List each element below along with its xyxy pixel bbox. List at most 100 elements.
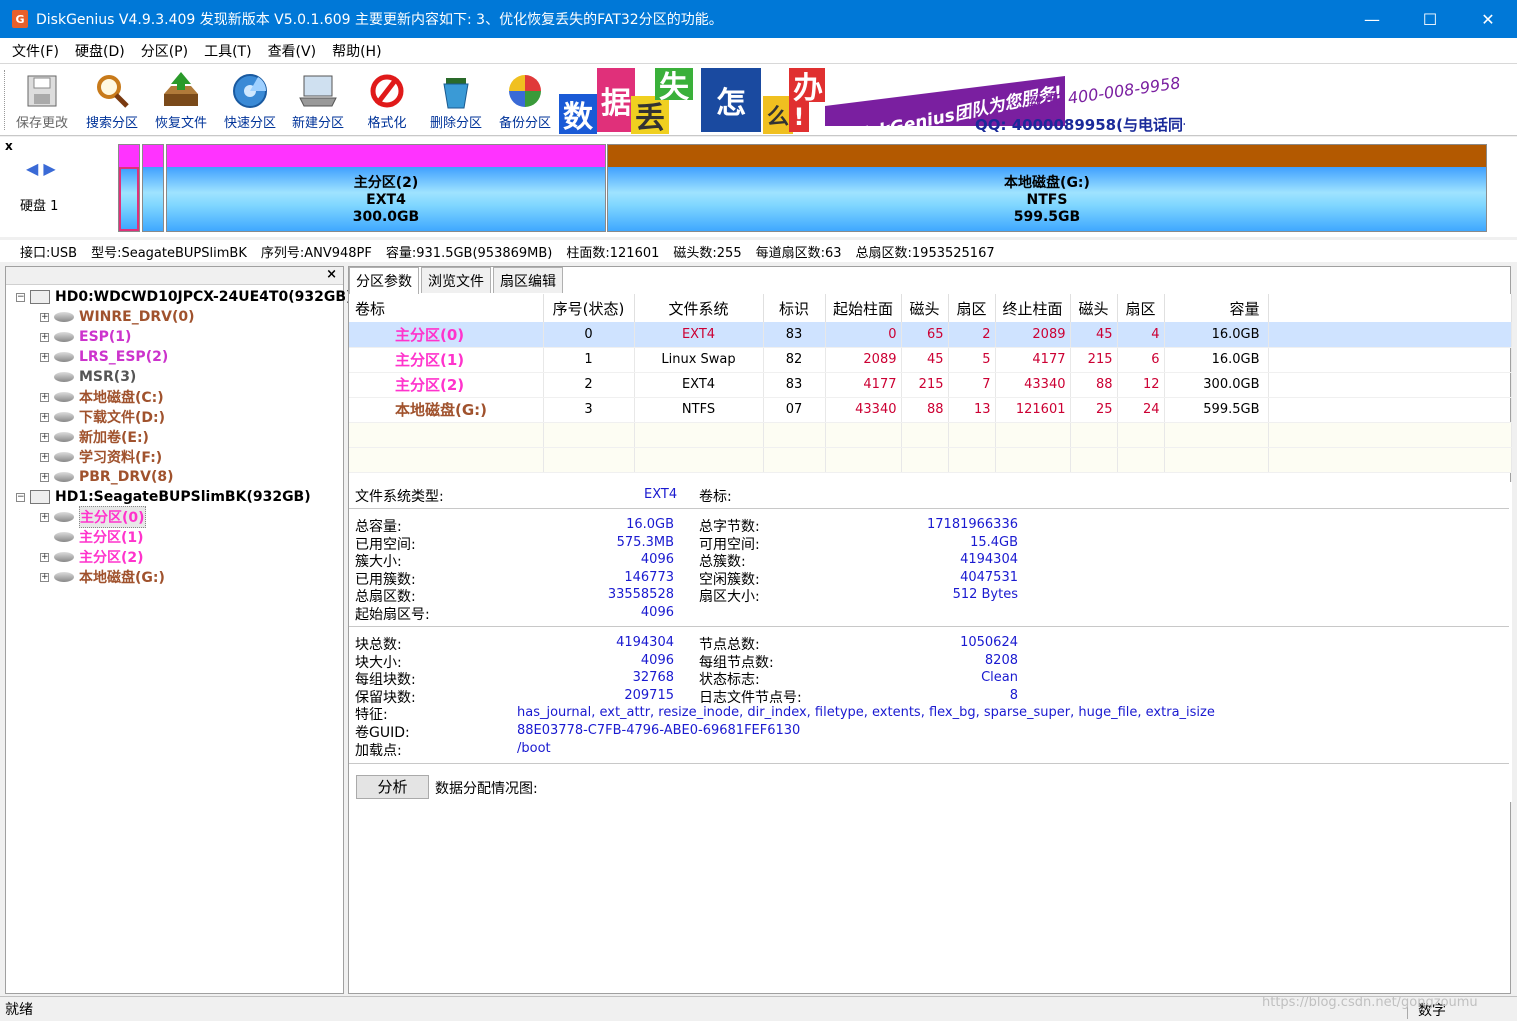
partition-icon — [54, 332, 74, 342]
col-header[interactable]: 磁头 — [901, 294, 949, 322]
menu-view[interactable]: 查看(V) — [260, 41, 325, 61]
col-header[interactable]: 扇区 — [1117, 294, 1165, 322]
disk-label: 硬盘 1 — [20, 199, 59, 214]
partition-block-3[interactable]: 本地磁盘(G:) NTFS 599.5GB — [607, 144, 1487, 232]
partition-block-2[interactable]: 主分区(2) EXT4 300.0GB — [166, 144, 606, 232]
analyze-button[interactable]: 分析 — [356, 775, 429, 799]
partition-icon — [54, 392, 74, 402]
tree-partition-item[interactable]: MSR(3) — [40, 367, 136, 387]
info-value: 575.3MB — [616, 534, 674, 550]
next-disk-icon[interactable]: ▶ — [43, 159, 55, 178]
menu-tools[interactable]: 工具(T) — [196, 41, 259, 61]
disk-info-bar: 接口:USB 型号:SeagateBUPSlimBK 序列号:ANV948PF … — [0, 240, 1517, 262]
info-label: 扇区大小: — [699, 589, 760, 605]
col-header[interactable]: 起始柱面 — [825, 294, 902, 322]
info-label: 卷标: — [699, 489, 732, 505]
tree-disk-item[interactable]: − HD0:WDCWD10JPCX-24UE4T0(932GB) — [16, 287, 352, 307]
format-button[interactable]: 格式化 — [355, 68, 419, 132]
close-panel-icon[interactable]: × — [326, 267, 337, 282]
restore-files-button[interactable]: 恢复文件 — [149, 68, 213, 132]
col-header[interactable]: 序号(状态) — [543, 294, 635, 322]
table-row[interactable]: 主分区(0) 0 EXT4 83 0 65 2 2089 45 4 16.0GB — [349, 322, 1512, 348]
col-header[interactable]: 容量 — [1164, 294, 1269, 322]
close-icon[interactable]: x — [5, 139, 13, 153]
new-partition-button[interactable]: 新建分区 — [286, 68, 350, 132]
expand-toggle-icon[interactable]: + — [40, 452, 49, 462]
tree-partition-item[interactable]: + 主分区(2) — [40, 547, 144, 567]
tree-partition-item[interactable]: + 主分区(0) — [40, 506, 146, 528]
table-cell: 83 — [763, 372, 826, 398]
expand-toggle-icon[interactable]: + — [40, 332, 49, 342]
search-icon — [92, 72, 132, 110]
new-partition-icon — [298, 72, 338, 110]
expand-toggle-icon[interactable]: + — [40, 572, 49, 582]
tree-disk-item[interactable]: − HD1:SeagateBUPSlimBK(932GB) — [16, 487, 311, 507]
tree-partition-item[interactable]: + ESP(1) — [40, 327, 131, 347]
quick-partition-button[interactable]: 快速分区 — [218, 68, 282, 132]
table-cell: 215 — [901, 372, 949, 398]
backup-partition-button[interactable]: 备份分区 — [493, 68, 557, 132]
disk-nav-arrows[interactable]: ◀ ▶ — [26, 159, 56, 178]
tab-sector-edit[interactable]: 扇区编辑 — [493, 267, 563, 293]
expand-toggle-icon[interactable]: + — [40, 412, 49, 422]
table-row[interactable]: 主分区(1) 1 Linux Swap 82 2089 45 5 4177 215 6 16.0GB — [349, 347, 1512, 373]
partition-block-1[interactable] — [142, 144, 164, 232]
ad-phone-text: 致电: 400-008-9958 — [1024, 73, 1182, 114]
tab-browse-files[interactable]: 浏览文件 — [421, 267, 491, 293]
col-header[interactable]: 扇区 — [948, 294, 996, 322]
expand-toggle-icon[interactable]: + — [40, 512, 49, 522]
menu-file[interactable]: 文件(F) — [4, 41, 67, 61]
table-cell: 2 — [543, 372, 635, 398]
table-cell: 82 — [763, 347, 826, 373]
col-header[interactable]: 终止柱面 — [995, 294, 1071, 322]
ad-banner[interactable]: 数 据 丢 失 怎 么 办 ! DiskGenius团队为您服务! 致电: 40… — [557, 66, 1185, 134]
menu-help[interactable]: 帮助(H) — [324, 41, 389, 61]
expand-toggle-icon[interactable]: − — [16, 492, 25, 502]
tree-partition-item[interactable]: + WINRE_DRV(0) — [40, 307, 195, 327]
toolbar-grip[interactable] — [4, 70, 7, 130]
info-value: 16.0GB — [626, 517, 674, 532]
tree-partition-item[interactable]: + 新加卷(E:) — [40, 427, 149, 447]
expand-toggle-icon[interactable]: + — [40, 392, 49, 402]
tab-partition-params[interactable]: 分区参数 — [349, 267, 419, 294]
table-cell: 2 — [948, 322, 996, 348]
menu-partition[interactable]: 分区(P) — [133, 41, 196, 61]
table-cell: 4177 — [825, 372, 902, 398]
col-header[interactable]: 磁头 — [1070, 294, 1118, 322]
expand-toggle-icon[interactable]: + — [40, 352, 49, 362]
expand-toggle-icon[interactable]: + — [40, 552, 49, 562]
save-changes-button[interactable]: 保存更改 — [10, 68, 74, 132]
tree-partition-item[interactable]: + PBR_DRV(8) — [40, 467, 174, 487]
maximize-button[interactable]: ☐ — [1401, 0, 1459, 38]
tree-item-label: 本地磁盘(C:) — [79, 390, 164, 406]
table-row[interactable]: 本地磁盘(G:) 3 NTFS 07 43340 88 13 121601 25 24 599.5G… — [349, 397, 1512, 423]
expand-toggle-icon[interactable]: + — [40, 472, 49, 482]
partition-info: 文件系统类型: EXT4 卷标: 总容量: 16.0GB 已用空间: 575.3MB 簇… — [349, 482, 1512, 802]
col-header[interactable]: 文件系统 — [634, 294, 764, 322]
tree-partition-item[interactable]: + 下载文件(D:) — [40, 407, 165, 427]
table-cell: 43340 — [825, 397, 902, 423]
tree-partition-item[interactable]: + 本地磁盘(G:) — [40, 567, 165, 587]
tree-partition-item[interactable]: + LRS_ESP(2) — [40, 347, 168, 367]
col-header[interactable]: 标识 — [763, 294, 826, 322]
expand-toggle-icon[interactable]: + — [40, 432, 49, 442]
close-button[interactable]: ✕ — [1459, 0, 1517, 38]
table-row[interactable]: 主分区(2) 2 EXT4 83 4177 215 7 43340 88 12 300.0GB — [349, 372, 1512, 398]
prev-disk-icon[interactable]: ◀ — [26, 159, 38, 178]
search-partition-button[interactable]: 搜索分区 — [80, 68, 144, 132]
info-value: 4194304 — [616, 635, 674, 650]
tree-item-label: LRS_ESP(2) — [79, 349, 169, 365]
tree-partition-item[interactable]: + 学习资料(F:) — [40, 447, 162, 467]
delete-partition-button[interactable]: 删除分区 — [424, 68, 488, 132]
minimize-button[interactable]: — — [1343, 0, 1401, 38]
expand-toggle-icon[interactable]: − — [16, 292, 25, 302]
partition-block-0[interactable] — [118, 144, 140, 232]
tree-partition-item[interactable]: + 本地磁盘(C:) — [40, 387, 164, 407]
col-header[interactable]: 卷标 — [349, 294, 544, 322]
banner-char: 数 — [559, 94, 597, 134]
info-value: 4194304 — [960, 552, 1018, 567]
menu-disk[interactable]: 硬盘(D) — [67, 41, 133, 61]
info-value: 4047531 — [960, 569, 1018, 585]
tree-partition-item[interactable]: 主分区(1) — [40, 527, 144, 547]
expand-toggle-icon[interactable]: + — [40, 312, 49, 322]
